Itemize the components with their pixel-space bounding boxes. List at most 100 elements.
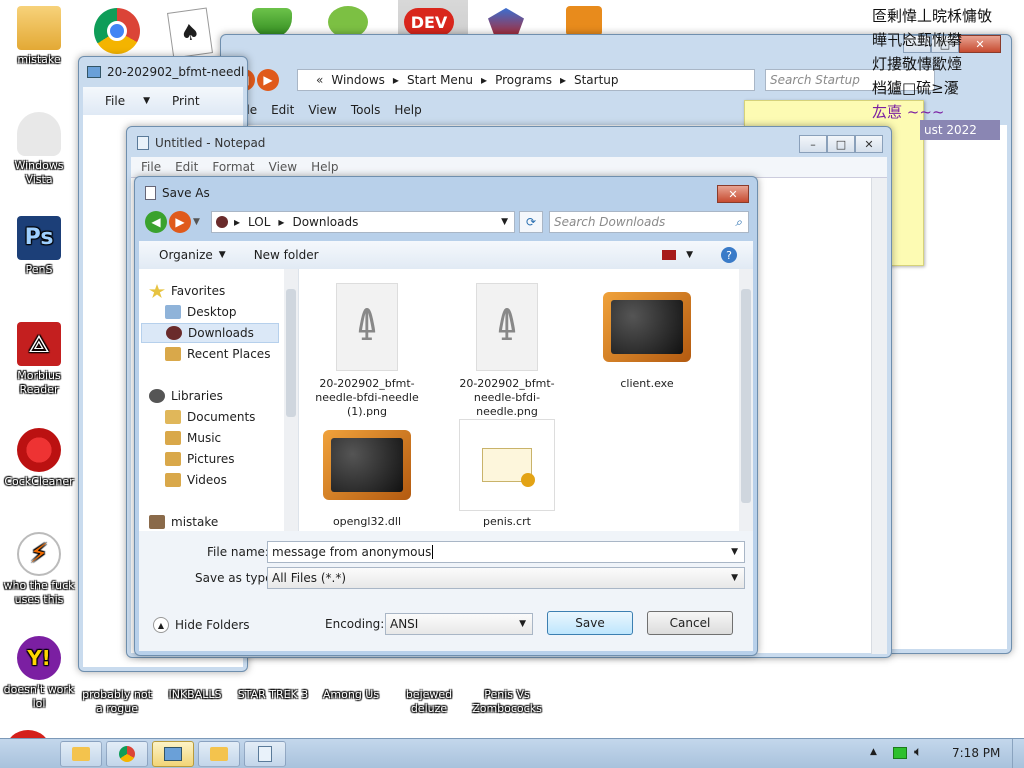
show-desktop-button[interactable] [1012, 739, 1024, 768]
taskbar-explorer2-button[interactable] [198, 741, 240, 767]
file-item[interactable]: 𐃉 20-202902_bfmt-needle-bfdi-needle (1).… [307, 281, 427, 419]
desktop-icon-doesnt-work[interactable]: Y! doesn't work lol [0, 636, 78, 711]
menu-help[interactable]: Help [394, 103, 421, 117]
menu-tools[interactable]: Tools [351, 103, 381, 117]
nav-desktop[interactable]: Desktop [165, 302, 237, 322]
clock[interactable]: 7:18 PM [952, 746, 1000, 760]
desktop-icon-pens[interactable]: Ps PenS [0, 216, 78, 277]
file-list-scrollbar[interactable] [739, 269, 753, 531]
box-icon[interactable] [566, 6, 602, 36]
show-hidden-icons[interactable]: ▲ [870, 747, 877, 757]
nav-libraries[interactable]: Libraries [149, 386, 223, 406]
explorer-menubar: File Edit View Tools Help [237, 103, 436, 117]
nav-recent-places[interactable]: Recent Places [165, 344, 270, 364]
close-button[interactable]: ✕ [855, 135, 883, 153]
breadcrumb-item[interactable]: Startup [574, 73, 619, 87]
search-placeholder: Search Downloads [554, 215, 666, 229]
solitaire-icon[interactable]: ♠ [166, 7, 214, 59]
chevron-down-icon[interactable]: ▼ [686, 250, 693, 260]
refresh-icon[interactable]: ⟳ [519, 211, 543, 233]
taskbar: ▲ 🔈︎ 7:18 PM [0, 738, 1024, 768]
nav-scrollbar[interactable] [284, 269, 298, 531]
file-name-input[interactable]: message from anonymous ▼ [267, 541, 745, 563]
menu-file[interactable]: File [141, 160, 161, 174]
file-item[interactable]: 𐃉 20-202902_bfmt-needle-bfdi-needle.png [447, 281, 567, 419]
menu-edit[interactable]: Edit [175, 160, 198, 174]
network-icon[interactable] [893, 747, 907, 759]
notepad-scrollbar[interactable] [871, 178, 887, 654]
nav-videos[interactable]: Videos [165, 470, 227, 490]
new-folder-button[interactable]: New folder [254, 248, 319, 262]
nav-pictures[interactable]: Pictures [165, 449, 235, 469]
close-button[interactable]: ✕ [717, 185, 749, 203]
breadcrumb-item[interactable]: LOL [248, 215, 270, 229]
save-type-select[interactable]: All Files (*.*) ▼ [267, 567, 745, 589]
desktop-icon-pvz[interactable]: Penis Vs Zombococks [468, 688, 546, 716]
desktop-icon-among-us[interactable]: Among Us [312, 688, 390, 702]
menu-view[interactable]: View [269, 160, 297, 174]
nav-documents[interactable]: Documents [165, 407, 255, 427]
desktop-icon-morbius-reader[interactable]: ⟁ Morbius Reader [0, 322, 78, 397]
nav-label: Libraries [171, 389, 223, 403]
chevron-down-icon[interactable]: ▼ [501, 217, 508, 227]
nav-music[interactable]: Music [165, 428, 221, 448]
menu-edit[interactable]: Edit [271, 103, 294, 117]
file-menu-button[interactable]: File [105, 94, 125, 108]
taskbar-explorer-button[interactable] [60, 741, 102, 767]
breadcrumb-item[interactable]: Start Menu [407, 73, 473, 87]
save-as-search-input[interactable]: Search Downloads ⌕ [549, 211, 749, 233]
hide-folders-toggle[interactable]: ▲ Hide Folders [153, 617, 250, 633]
desktop-icon-inkballs[interactable]: INKBALLS [156, 688, 234, 702]
file-item[interactable]: client.exe [587, 281, 707, 391]
breadcrumb-item[interactable]: Windows [331, 73, 385, 87]
desktop-icon-windows-vista[interactable]: Windows Vista [0, 112, 78, 187]
desktop-icon-who-uses-this[interactable]: ⚡ who the fuck uses this [0, 532, 78, 607]
desktop-icon-mistake[interactable]: mistake [0, 6, 78, 67]
breadcrumb-item[interactable]: Programs [495, 73, 552, 87]
nav-mistake[interactable]: mistake [149, 512, 218, 532]
desktop-icon-star-trek[interactable]: STAR TREK 3 [234, 688, 312, 702]
print-menu-button[interactable]: Print [172, 94, 200, 108]
chevron-down-icon: ▼ [218, 250, 226, 260]
desktop-icon-cockcleaner[interactable]: CockCleaner [0, 428, 78, 489]
help-icon[interactable]: ? [721, 247, 737, 263]
menu-format[interactable]: Format [212, 160, 254, 174]
dev-icon[interactable]: DEV [404, 8, 454, 36]
cancel-button[interactable]: Cancel [647, 611, 733, 635]
breadcrumb-item[interactable]: Downloads [292, 215, 358, 229]
back-icon[interactable]: ◀ [145, 211, 167, 233]
menu-help[interactable]: Help [311, 160, 338, 174]
chevron-down-icon[interactable]: ▼ [193, 217, 200, 233]
volume-icon[interactable]: 🔈︎ [914, 744, 922, 760]
file-list-scrollbar-thumb[interactable] [741, 289, 751, 503]
explorer-address-bar[interactable]: « Windows ▸ Start Menu ▸ Programs ▸ Star… [297, 69, 755, 91]
taskbar-chrome-button[interactable] [106, 741, 148, 767]
chrome-icon[interactable] [94, 8, 140, 54]
chevron-down-icon: ▼ [519, 619, 526, 629]
encoding-select[interactable]: ANSI ▼ [385, 613, 533, 635]
file-item[interactable]: penis.crt [447, 419, 567, 529]
forward-icon[interactable]: ▶ [257, 69, 279, 91]
nav-downloads[interactable]: Downloads [141, 323, 279, 343]
save-button[interactable]: Save [547, 611, 633, 635]
minimize-button[interactable]: – [799, 135, 827, 153]
save-as-address-bar[interactable]: ▸ LOL ▸ Downloads ▼ [211, 211, 515, 233]
nav-scrollbar-thumb[interactable] [286, 289, 296, 417]
nav-label: Downloads [188, 326, 254, 340]
maximize-button[interactable]: □ [827, 135, 855, 153]
text-cursor [432, 545, 434, 559]
menu-view[interactable]: View [308, 103, 336, 117]
file-item[interactable]: opengl32.dll [307, 419, 427, 529]
view-options-icon[interactable] [662, 250, 677, 260]
taskbar-notepad-button[interactable] [244, 741, 286, 767]
forward-icon[interactable]: ▶ [169, 211, 191, 233]
certificate-icon [459, 419, 555, 511]
corner-text-line: 档獹□硫≥瀀 [872, 79, 959, 97]
desktop-icon-bejeweled[interactable]: bejewed deluze [390, 688, 468, 716]
chevron-down-icon[interactable]: ▼ [731, 547, 738, 557]
taskbar-image-viewer-button[interactable] [152, 741, 194, 767]
nav-favorites[interactable]: Favorites [149, 281, 225, 301]
desktop-icon-probably-not-a-rogue[interactable]: probably not a rogue [78, 688, 156, 716]
organize-button[interactable]: Organize [159, 248, 213, 262]
save-as-dialog[interactable]: Save As ✕ ◀ ▶ ▼ ▸ LOL ▸ Downloads ▼ ⟳ Se… [134, 176, 758, 656]
